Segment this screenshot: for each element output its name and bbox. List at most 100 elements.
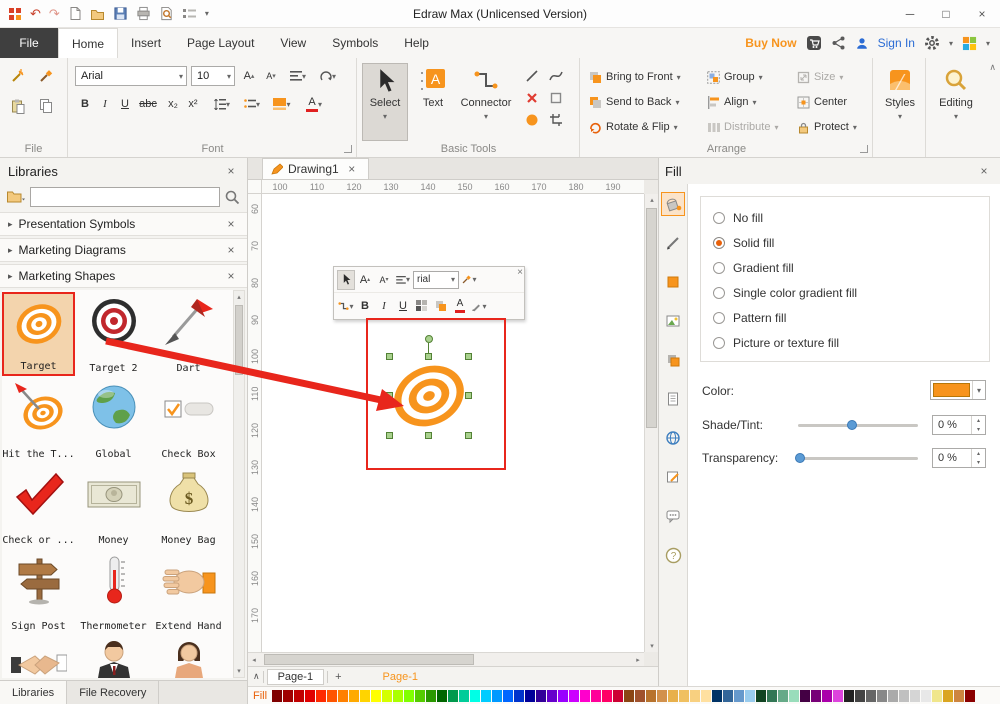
underline-button[interactable]: U	[115, 94, 135, 114]
print-preview-icon[interactable]	[159, 6, 174, 21]
scrollbar-thumb[interactable]	[264, 654, 474, 665]
palette-color[interactable]	[525, 689, 536, 702]
scrollbar-thumb[interactable]	[646, 208, 657, 428]
fill-color-picker[interactable]: ▾	[930, 380, 986, 400]
spin-up-icon[interactable]: ▴	[972, 449, 985, 458]
text-tool-button[interactable]: A Text	[410, 63, 456, 141]
slider-thumb[interactable]	[795, 453, 806, 463]
palette-color[interactable]	[481, 689, 492, 702]
selection-handle-ne[interactable]	[465, 353, 472, 360]
mini-connector-icon[interactable]: ▾	[337, 296, 355, 316]
curve-tool-icon[interactable]	[546, 66, 566, 86]
mini-font-combo[interactable]: rial ▾	[413, 270, 459, 289]
palette-color[interactable]	[613, 689, 624, 702]
library-section-marketing-diagrams[interactable]: ▸ Marketing Diagrams ×	[0, 238, 247, 262]
new-document-icon[interactable]	[68, 6, 82, 21]
palette-color[interactable]	[624, 689, 635, 702]
scroll-up-icon[interactable]: ▴	[234, 291, 244, 303]
palette-color[interactable]	[470, 689, 481, 702]
mini-grow-font-icon[interactable]: A ▴	[356, 270, 374, 290]
palette-color[interactable]	[294, 689, 305, 702]
palette-color[interactable]	[965, 689, 976, 702]
fill-option-no-fill[interactable]: No fill	[713, 205, 977, 230]
selection-handle-e[interactable]	[465, 392, 472, 399]
superscript-button[interactable]: x²	[183, 94, 203, 114]
symbol-target-2[interactable]: Target 2	[77, 292, 150, 376]
line-spacing-icon[interactable]: ▾	[209, 94, 235, 114]
distribute-button[interactable]: Distribute ▾	[707, 116, 778, 138]
symbol-handshake[interactable]	[2, 636, 75, 678]
canvas-horizontal-scrollbar[interactable]: ◂ ▸	[248, 652, 644, 666]
shape-fill-icon[interactable]	[661, 270, 685, 294]
palette-color[interactable]	[899, 689, 910, 702]
tab-file-recovery[interactable]: File Recovery	[67, 681, 160, 704]
tab-libraries[interactable]: Libraries	[0, 681, 68, 704]
fill-option-pattern-fill[interactable]: Pattern fill	[713, 305, 977, 330]
symbol-global[interactable]: Global	[77, 378, 150, 462]
page-tab[interactable]: Page-1	[266, 668, 325, 685]
close-section-icon[interactable]: ×	[223, 217, 239, 231]
palette-color[interactable]	[360, 689, 371, 702]
size-button[interactable]: Size ▾	[797, 66, 843, 88]
mini-theme-icon[interactable]	[413, 296, 431, 316]
palette-color[interactable]	[833, 689, 844, 702]
spin-up-icon[interactable]: ▴	[972, 416, 985, 425]
help-icon[interactable]: ?	[661, 543, 685, 567]
palette-color[interactable]	[701, 689, 712, 702]
palette-color[interactable]	[789, 689, 800, 702]
palette-color[interactable]	[591, 689, 602, 702]
palette-color[interactable]	[756, 689, 767, 702]
palette-color[interactable]	[668, 689, 679, 702]
canvas-target-shape[interactable]	[384, 350, 474, 440]
dialog-launcher-icon[interactable]	[344, 145, 352, 153]
symbol-businessman[interactable]	[77, 636, 150, 678]
mini-bold-button[interactable]: B	[356, 296, 374, 316]
palette-color[interactable]	[305, 689, 316, 702]
collapse-ribbon-icon[interactable]: ∧	[989, 62, 996, 73]
selection-handle-w[interactable]	[386, 392, 393, 399]
mini-align-icon[interactable]: ▾	[394, 270, 412, 290]
shadow-icon[interactable]	[661, 348, 685, 372]
mini-select-icon[interactable]	[337, 269, 355, 290]
crop-tool-icon[interactable]	[546, 110, 566, 130]
palette-color[interactable]	[734, 689, 745, 702]
palette-color[interactable]	[877, 689, 888, 702]
palette-color[interactable]	[943, 689, 954, 702]
dialog-launcher-icon[interactable]	[860, 145, 868, 153]
scroll-right-icon[interactable]: ▸	[632, 653, 644, 667]
line-tool-icon[interactable]	[522, 66, 542, 86]
font-name-combo[interactable]: Arial ▾	[75, 66, 187, 86]
sign-in-link[interactable]: Sign In	[878, 36, 915, 50]
shape-tool-icon[interactable]	[546, 88, 566, 108]
palette-color[interactable]	[503, 689, 514, 702]
fill-option-picture-texture-fill[interactable]: Picture or texture fill	[713, 330, 977, 355]
format-painter-icon[interactable]	[8, 66, 28, 86]
mini-format-painter-icon[interactable]: ▾	[460, 270, 478, 290]
scroll-up-icon[interactable]: ▴	[645, 194, 659, 206]
tab-file[interactable]: File	[0, 28, 58, 58]
palette-color[interactable]	[371, 689, 382, 702]
library-section-presentation-symbols[interactable]: ▸ Presentation Symbols ×	[0, 212, 247, 236]
grow-font-icon[interactable]: A ▴	[239, 66, 259, 86]
scroll-down-icon[interactable]: ▾	[645, 640, 659, 652]
tab-view[interactable]: View	[267, 28, 319, 58]
delete-tool-icon[interactable]	[522, 88, 542, 108]
symbol-hit-the-target[interactable]: Hit the T...	[2, 378, 75, 462]
selection-handle-nw[interactable]	[386, 353, 393, 360]
gear-icon[interactable]	[924, 35, 940, 51]
page-setup-icon[interactable]	[661, 387, 685, 411]
palette-color[interactable]	[459, 689, 470, 702]
palette-color[interactable]	[811, 689, 822, 702]
cart-icon[interactable]	[806, 35, 822, 51]
spin-down-icon[interactable]: ▾	[972, 458, 985, 467]
symbol-money-bag[interactable]: $ Money Bag	[152, 464, 225, 548]
selection-handle-se[interactable]	[465, 432, 472, 439]
palette-color[interactable]	[954, 689, 965, 702]
center-button[interactable]: Center	[797, 91, 847, 113]
symbol-extend-hand[interactable]: Extend Hand	[152, 550, 225, 634]
tab-home[interactable]: Home	[58, 28, 119, 58]
palette-color[interactable]	[635, 689, 646, 702]
palette-color[interactable]	[679, 689, 690, 702]
tab-insert[interactable]: Insert	[118, 28, 174, 58]
palette-color[interactable]	[404, 689, 415, 702]
